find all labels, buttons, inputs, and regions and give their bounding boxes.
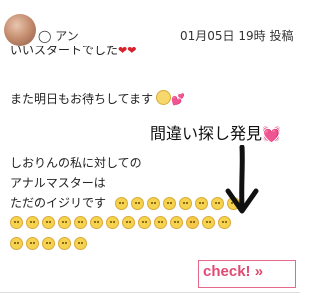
face-emoji-icon [10, 216, 23, 229]
face-emoji-icon [115, 197, 128, 210]
face-emoji-icon [42, 237, 55, 250]
emoji-row [10, 237, 87, 252]
face-emoji-icon [106, 216, 119, 229]
heart-icon: ❤ [127, 46, 137, 57]
odd-face-emoji-icon [186, 216, 199, 229]
emoji-row [10, 216, 231, 231]
text-line-2: また明日もお待ちしてます 💕 [10, 90, 185, 108]
overlay-title: 間違い探し発見💓 [150, 120, 281, 144]
face-emoji-icon [58, 237, 71, 250]
face-emoji-icon [163, 197, 176, 210]
post-meta: 01月05日 19時 投稿 [180, 27, 293, 44]
post-header: ◯ アン 01月05日 19時 投稿 [0, 0, 300, 52]
face-emoji-icon [58, 216, 71, 229]
text-line-5: ただのイジリです [10, 195, 106, 211]
post-datetime: 01月05日 19時 [180, 29, 266, 43]
face-emoji-icon [170, 216, 183, 229]
face-emoji-icon [147, 197, 160, 210]
down-arrow-icon [225, 145, 259, 214]
text-line-1: いいスタートでした❤❤ [10, 46, 136, 59]
face-emoji-icon [26, 216, 39, 229]
text-line-1-label: いいスタートでした [10, 46, 119, 57]
face-emoji-icon [122, 216, 135, 229]
face-emoji-icon [90, 216, 103, 229]
face-emoji-icon [218, 216, 231, 229]
face-emoji-icon [42, 216, 55, 229]
post-action-label: 投稿 [269, 29, 294, 43]
face-emoji-icon [195, 197, 208, 210]
face-emoji-icon [154, 216, 167, 229]
check-button-label[interactable]: check! » [203, 263, 263, 280]
text-line-3: しおりんの私に対しての [10, 156, 142, 170]
text-line-4: アナルマスターは [10, 176, 106, 190]
divider [0, 292, 300, 293]
text-line-5-label: ただのイジリです [10, 196, 107, 210]
face-emoji-icon [10, 237, 23, 250]
face-emoji-icon [138, 216, 151, 229]
text-line-2-label: また明日もお待ちしてます [10, 92, 154, 106]
overlay-title-text: 間違い探し発見 [150, 124, 263, 143]
avatar[interactable] [4, 14, 36, 46]
face-emoji-icon [26, 237, 39, 250]
pink-hearts-icon: 💕 [171, 93, 185, 106]
face-emoji-icon [74, 237, 87, 250]
heart-icon: ❤ [118, 46, 128, 57]
face-emoji-icon [202, 216, 215, 229]
face-emoji-icon [74, 216, 87, 229]
smile-emoji-icon [156, 90, 172, 105]
face-emoji-icon [179, 197, 192, 210]
username[interactable]: ◯ アン [38, 27, 79, 44]
face-emoji-icon [131, 197, 144, 210]
heart-icon: 💓 [262, 125, 281, 143]
